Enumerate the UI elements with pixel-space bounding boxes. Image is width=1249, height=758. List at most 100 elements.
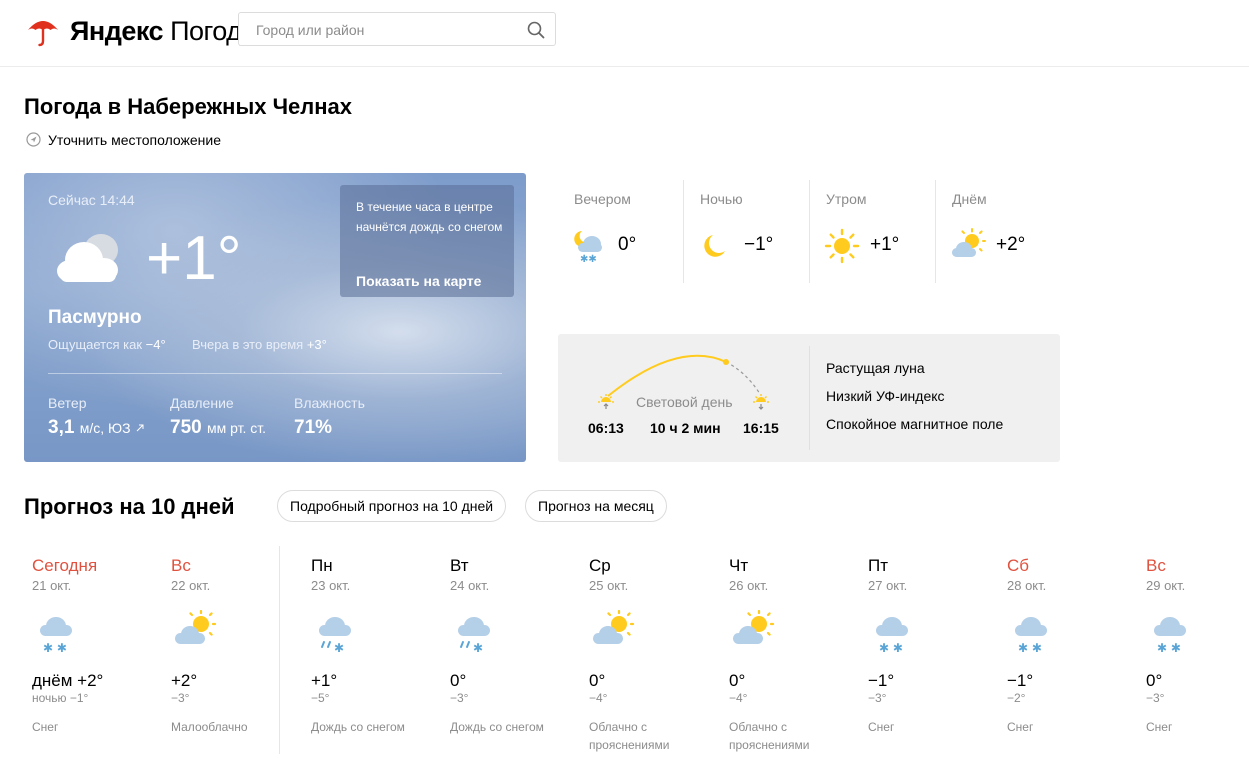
day-condition: Снег: [868, 720, 895, 734]
forecast-day[interactable]: Пн 23 окт. ✱ +1° −5° Дождь со снегом: [311, 556, 441, 736]
sunrise-icon: [598, 394, 614, 409]
day-name: Пт: [868, 556, 889, 575]
locate-label: Уточнить местоположение: [48, 132, 222, 148]
day-condition: Снег: [1146, 720, 1173, 734]
day-name: Пн: [311, 556, 333, 575]
day-condition: Облачно с прояснениями: [729, 720, 810, 752]
pressure-unit: мм рт. ст.: [206, 420, 266, 436]
part-temp: −1°: [744, 234, 774, 255]
yesterday-label: Вчера в это время: [192, 337, 304, 352]
sun-cloud-icon: [733, 609, 775, 644]
search-icon[interactable]: [527, 21, 545, 39]
day-condition: Дождь со снегом: [450, 720, 544, 734]
svg-text:✱ ✱: ✱ ✱: [1157, 641, 1181, 654]
sun-cloud-icon: [593, 609, 635, 644]
day-date: 28 окт.: [1007, 578, 1047, 593]
location-arrow-icon: [26, 132, 41, 147]
svg-text:✱✱: ✱✱: [580, 254, 597, 264]
wind-detail: Ветер 3,1 м/с, ЮЗ: [48, 395, 144, 439]
part-morning[interactable]: Утром +1°: [808, 180, 933, 283]
day-name: Чт: [729, 556, 749, 575]
part-evening[interactable]: Вечером ✱✱ 0°: [556, 180, 681, 283]
day-max-temp: +1°: [311, 671, 338, 690]
day-max-temp: 0°: [450, 671, 467, 690]
sunset-icon: [753, 394, 769, 410]
sunset-time: 16:15: [743, 420, 779, 436]
logo-text[interactable]: Яндекс Погода: [70, 16, 256, 46]
day-date: 27 окт.: [868, 578, 908, 593]
pressure-value: 750 мм рт. ст.: [170, 417, 266, 439]
part-label: Вечером: [574, 191, 631, 207]
search-box[interactable]: [238, 12, 556, 46]
day-date: 25 окт.: [589, 578, 629, 593]
show-on-map-link[interactable]: Показать на карте: [356, 273, 481, 289]
forecast-day[interactable]: Вт 24 окт. ✱ 0° −3° Дождь со снегом: [450, 556, 580, 736]
forecast-day[interactable]: Вс 22 окт. +2° −3° Малооблачно: [171, 556, 301, 736]
day-condition: Облачно с прояснениями: [589, 720, 670, 752]
wind-direction-icon: [136, 424, 144, 432]
day-min-temp: −3°: [1146, 691, 1165, 705]
wind-label: Ветер: [48, 395, 87, 411]
sun-cloud-icon: [952, 228, 986, 257]
forecast-day[interactable]: Ср 25 окт. 0° −4° Облачно с прояснениями: [589, 556, 719, 754]
umbrella-logo-icon[interactable]: [26, 14, 60, 48]
day-name: Вс: [1146, 556, 1166, 575]
month-forecast-button[interactable]: Прогноз на месяц: [525, 490, 667, 522]
part-temp: +2°: [996, 234, 1026, 255]
rain-snow-cloud-icon: ✱: [319, 617, 351, 655]
daylight-length: 10 ч 2 мин: [650, 420, 721, 436]
day-max-temp: −1°: [868, 671, 895, 690]
svg-text:✱ ✱: ✱ ✱: [879, 641, 903, 654]
snow-cloud-icon: ✱ ✱: [1154, 617, 1186, 655]
feels-like: Ощущается как −4°: [48, 337, 166, 352]
day-condition: Снег: [32, 720, 59, 734]
day-date: 21 окт.: [32, 578, 72, 593]
svg-text:✱ ✱: ✱ ✱: [43, 641, 67, 654]
sunrise-time: 06:13: [588, 420, 624, 436]
wind-value: 3,1 м/с, ЮЗ: [48, 417, 144, 439]
part-day[interactable]: Днём +2°: [934, 180, 1059, 283]
forecast-day[interactable]: Вс 29 окт. ✱ ✱ 0° −3° Снег: [1146, 556, 1249, 736]
current-temperature: +1°: [146, 224, 242, 293]
pressure-number: 750: [170, 417, 202, 438]
day-min-temp: −3°: [450, 691, 469, 705]
logo-yandex: Яндекс: [70, 16, 164, 46]
precipitation-alert[interactable]: В течение часа в центре начнётся дождь с…: [340, 185, 514, 297]
part-temp: 0°: [618, 234, 637, 255]
forecast-day[interactable]: Чт 26 окт. 0° −4° Облачно с прояснениями: [729, 556, 859, 754]
day-max-temp: днём +2°: [32, 671, 104, 690]
day-condition: Снег: [1007, 720, 1034, 734]
page-title: Погода в Набережных Челнах: [24, 94, 353, 119]
daylight-label: Световой день: [636, 394, 733, 410]
day-max-temp: 0°: [589, 671, 606, 690]
snow-cloud-icon: ✱ ✱: [40, 617, 72, 655]
forecast-day[interactable]: Сб 28 окт. ✱ ✱ −1° −2° Снег: [1007, 556, 1137, 736]
cloud-moon-snow-icon: ✱✱: [574, 231, 602, 264]
svg-text:✱: ✱: [473, 641, 483, 654]
detailed-forecast-button[interactable]: Подробный прогноз на 10 дней: [277, 490, 507, 522]
sun-panel: Световой день 06:13 10 ч 2 мин 16:15 Рас…: [558, 334, 1060, 462]
part-label: Утром: [826, 191, 867, 207]
forecast-day[interactable]: Сегодня 21 окт. ✱ ✱ днём +2° ночью −1° Снег: [32, 556, 162, 736]
forecast-day[interactable]: Пт 27 окт. ✱ ✱ −1° −3° Снег: [868, 556, 998, 736]
part-night[interactable]: Ночью −1°: [682, 180, 807, 283]
cloud-icon: [57, 234, 118, 282]
day-max-temp: −1°: [1007, 671, 1034, 690]
search-input[interactable]: [254, 21, 518, 39]
day-max-temp: 0°: [1146, 671, 1163, 690]
feels-like-value: −4°: [145, 337, 166, 352]
part-label: Днём: [952, 191, 987, 207]
current-time: Сейчас 14:44: [48, 192, 135, 208]
humidity-label: Влажность: [294, 395, 365, 411]
yesterday-value: +3°: [306, 337, 327, 352]
day-min-temp: −3°: [171, 691, 190, 705]
day-min-temp: ночью −1°: [32, 691, 89, 705]
day-min-temp: −4°: [729, 691, 748, 705]
forecast-title: Прогноз на 10 дней: [24, 494, 235, 519]
current-weather-card[interactable]: Сейчас 14:44 +1° Пасмурно Ощущается как …: [24, 173, 526, 462]
moon-icon: [704, 235, 725, 257]
snow-cloud-icon: ✱ ✱: [1015, 617, 1047, 655]
day-date: 24 окт.: [450, 578, 490, 593]
part-temp: +1°: [870, 234, 900, 255]
yesterday-temp: Вчера в это время +3°: [192, 337, 327, 352]
